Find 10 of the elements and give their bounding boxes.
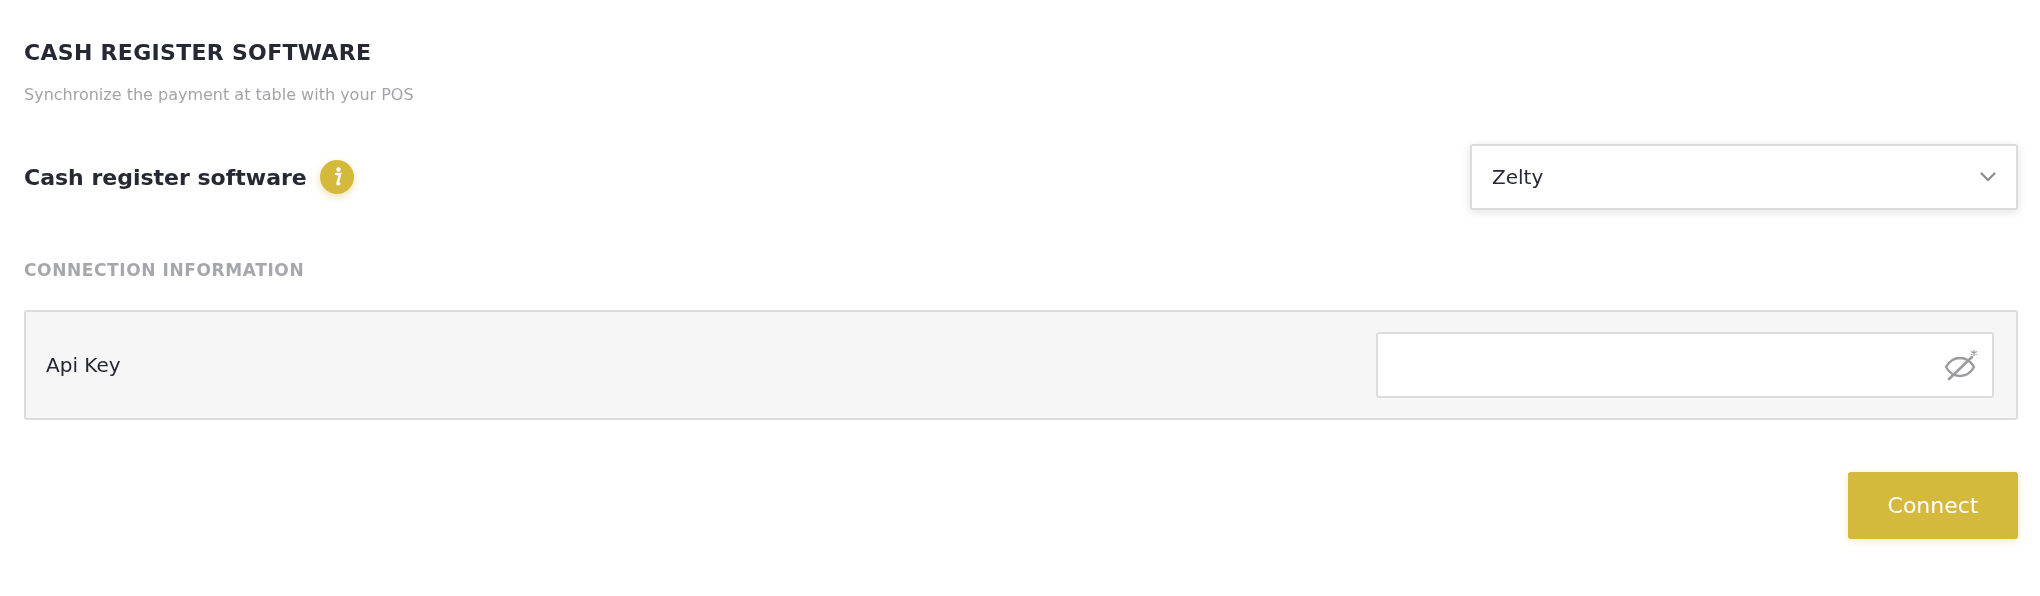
api-key-field[interactable] [1376,332,1994,398]
software-select[interactable]: Zelty [1470,144,2018,210]
section-subtitle: Synchronize the payment at table with your POS [24,85,415,104]
section-title: CASH REGISTER SOFTWARE [24,40,373,65]
section-heading: CONNECTION INFORMATION [24,260,306,280]
info-icon[interactable] [318,159,355,195]
field-label: Api Key [46,353,121,377]
field-label: Cash register software [24,164,307,190]
eye-slash-icon[interactable] [1944,349,1978,381]
chevron-down-icon [1980,172,1996,182]
